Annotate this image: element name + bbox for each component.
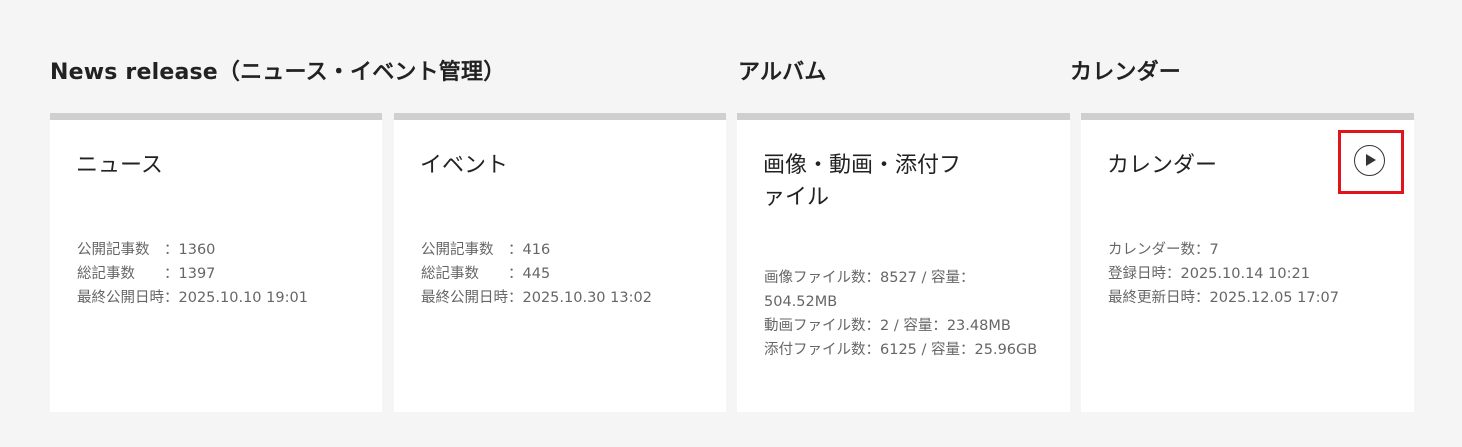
calendar-play-button[interactable] bbox=[1338, 130, 1404, 194]
news-stat-last-published: 最終公開日時：2025.10.10 19:01 bbox=[77, 290, 308, 306]
event-stat-published: 公開記事数 ：416 bbox=[421, 242, 551, 258]
stat-label: 公開記事数 bbox=[77, 242, 150, 258]
stat-value: 2025.10.10 19:01 bbox=[178, 290, 308, 306]
calendar-stat-count: カレンダー数：7 bbox=[1108, 242, 1219, 258]
calendar-stat-registered: 登録日時：2025.10.14 10:21 bbox=[1108, 266, 1310, 282]
event-card-title: イベント bbox=[420, 153, 509, 178]
event-stat-total: 総記事数 ：445 bbox=[421, 266, 551, 282]
news-stat-published: 公開記事数 ：1360 bbox=[77, 242, 216, 258]
calendar-section-title: カレンダー bbox=[1070, 60, 1182, 85]
stat-label: 最終公開日時 bbox=[421, 290, 508, 306]
album-stat-videos: 動画ファイル数：2 / 容量：23.48MB bbox=[764, 318, 1011, 334]
event-stats: 公開記事数 ：416 総記事数 ：445 最終公開日時：2025.10.30 1… bbox=[421, 238, 652, 310]
news-stat-total: 総記事数 ：1397 bbox=[77, 266, 216, 282]
stat-label: 総記事数 bbox=[77, 266, 135, 282]
news-stats: 公開記事数 ：1360 総記事数 ：1397 最終公開日時：2025.10.10… bbox=[77, 238, 308, 310]
album-stat-images: 画像ファイル数：8527 / 容量：504.52MB bbox=[764, 270, 975, 310]
news-release-section-title: News release（ニュース・イベント管理） bbox=[50, 60, 506, 85]
news-card[interactable]: ニュース 公開記事数 ：1360 総記事数 ：1397 最終公開日時：2025.… bbox=[50, 113, 382, 412]
calendar-card-title: カレンダー bbox=[1107, 153, 1218, 178]
stat-label: 総記事数 bbox=[421, 266, 479, 282]
calendar-stat-last-updated: 最終更新日時：2025.12.05 17:07 bbox=[1108, 290, 1339, 306]
play-triangle-icon bbox=[1366, 154, 1376, 166]
stat-value: 445 bbox=[522, 266, 551, 282]
event-card[interactable]: イベント 公開記事数 ：416 総記事数 ：445 最終公開日時：2025.10… bbox=[394, 113, 726, 412]
event-stat-last-published: 最終公開日時：2025.10.30 13:02 bbox=[421, 290, 652, 306]
news-card-title: ニュース bbox=[76, 153, 163, 178]
play-circle-icon[interactable] bbox=[1354, 145, 1385, 176]
stat-value: 1360 bbox=[178, 242, 216, 258]
album-stats: 画像ファイル数：8527 / 容量：504.52MB 動画ファイル数：2 / 容… bbox=[764, 266, 1039, 362]
album-stat-attachments: 添付ファイル数：6125 / 容量：25.96GB bbox=[764, 342, 1038, 358]
stat-value: 1397 bbox=[178, 266, 216, 282]
stat-label: 最終公開日時 bbox=[77, 290, 164, 306]
stat-value: 2025.10.30 13:02 bbox=[522, 290, 652, 306]
album-card[interactable]: 画像・動画・添付ファイル 画像ファイル数：8527 / 容量：504.52MB … bbox=[737, 113, 1070, 412]
album-section-title: アルバム bbox=[738, 60, 827, 85]
calendar-stats: カレンダー数：7 登録日時：2025.10.14 10:21 最終更新日時：20… bbox=[1108, 238, 1339, 310]
stat-value: 416 bbox=[522, 242, 551, 258]
album-card-title: 画像・動画・添付ファイル bbox=[763, 153, 962, 210]
stat-label: 公開記事数 bbox=[421, 242, 494, 258]
